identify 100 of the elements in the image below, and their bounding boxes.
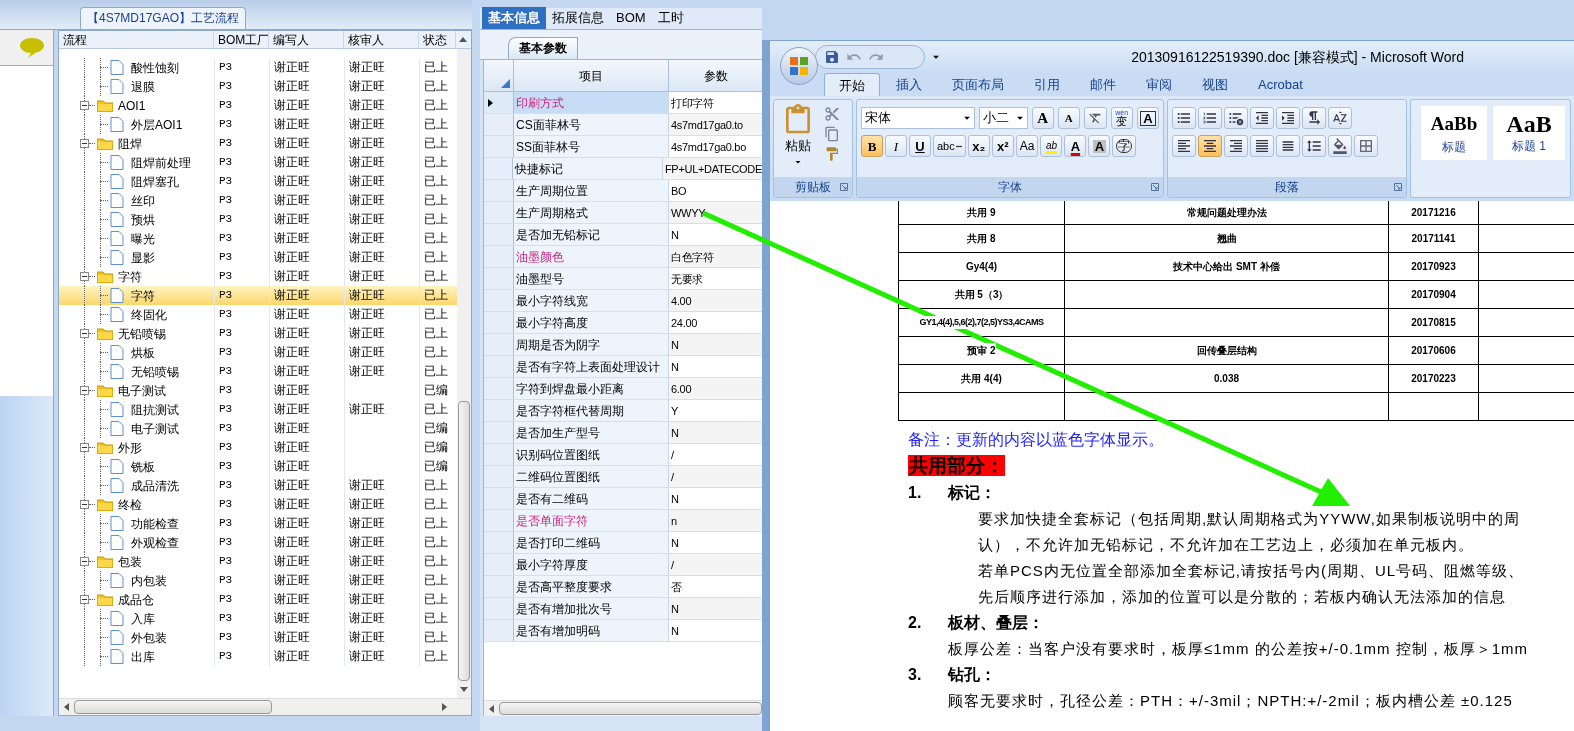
tab[interactable]: 基本参数 [508,37,578,59]
collapse-icon[interactable] [80,595,89,604]
grid-row[interactable]: 生产周期格式 WWYY [484,202,762,224]
tree-row[interactable]: 酸性蚀刻 P3 谢正旺 谢正旺 已上 [59,58,457,77]
align-button[interactable] [1276,135,1300,157]
scroll-down-icon[interactable] [460,687,468,692]
tree-row[interactable]: 烘板 P3 谢正旺 谢正旺 已上 [59,343,457,362]
tree-row[interactable]: 丝印 P3 谢正旺 谢正旺 已上 [59,191,457,210]
scroll-left-icon[interactable] [64,703,69,711]
grid-row[interactable]: 最小字符厚度 / [484,554,762,576]
grid-row[interactable]: 最小字符高度 24.00 [484,312,762,334]
tree-row[interactable]: 外层AOI1 P3 谢正旺 谢正旺 已上 [59,115,457,134]
bullets-button[interactable] [1172,107,1196,129]
tree-row[interactable]: 包装 P3 谢正旺 谢正旺 已上 [59,552,457,571]
ribbon-tab[interactable]: 引用 [1020,73,1074,96]
scroll-right-icon[interactable] [442,703,447,711]
tree-row[interactable]: 阻焊 P3 谢正旺 谢正旺 已上 [59,134,457,153]
tree-row[interactable]: 功能检查 P3 谢正旺 谢正旺 已上 [59,514,457,533]
dialog-launcher-icon[interactable] [840,183,848,191]
clear-format-button[interactable] [1083,107,1107,129]
ribbon-tab[interactable]: 邮件 [1076,73,1130,96]
tree-row[interactable]: 电子测试 P3 谢正旺 已编 [59,419,457,438]
format-painter-icon[interactable] [824,146,840,162]
grid-row[interactable]: 是否有增加明码 N [484,620,762,642]
scrollbar-thumb[interactable] [458,401,470,681]
grid-row[interactable]: 是否加生产型号 N [484,422,762,444]
character-shading-button[interactable]: A [1088,135,1111,157]
ribbon-tab[interactable]: 插入 [882,73,936,96]
column-header[interactable]: 核审人 [344,31,419,48]
tree-row[interactable]: 预烘 P3 谢正旺 谢正旺 已上 [59,210,457,229]
tree-row[interactable]: AOI1 P3 谢正旺 谢正旺 已上 [59,96,457,115]
sort-button[interactable] [1328,107,1352,129]
change-case-button[interactable]: Aa [1015,135,1039,157]
column-header[interactable]: 状态 [419,31,456,48]
underline-button[interactable]: U [909,135,931,157]
column-header[interactable]: 编写人 [269,31,344,48]
collapse-icon[interactable] [80,500,89,509]
vertical-scrollbar[interactable] [457,49,471,698]
grid-row[interactable]: 印刷方式 打印字符 [484,92,762,114]
grid-row[interactable]: 是否加无铅标记 N [484,224,762,246]
row-header[interactable] [484,92,514,113]
align-button[interactable] [1224,135,1248,157]
tree-row[interactable]: 退膜 P3 谢正旺 谢正旺 已上 [59,77,457,96]
tab[interactable]: BOM [610,7,652,29]
collapse-icon[interactable] [80,272,89,281]
grid-row[interactable]: 快捷标记 FP+UL+DATECODE [484,158,762,180]
grid-row[interactable]: 是否有字符上表面处理设计 N [484,356,762,378]
grid-row[interactable]: 是否单面字符 n [484,510,762,532]
align-button[interactable] [1198,135,1222,157]
tree-row[interactable]: 终检 P3 谢正旺 谢正旺 已上 [59,495,457,514]
column-header[interactable]: 参数 [703,66,728,85]
collapse-icon[interactable] [80,557,89,566]
align-button[interactable] [1172,135,1196,157]
grid-row[interactable]: 是否有二维码 N [484,488,762,510]
grid-row[interactable]: 周期是否为阴字 N [484,334,762,356]
tree-row[interactable]: 阻焊塞孔 P3 谢正旺 谢正旺 已上 [59,172,457,191]
tab[interactable]: 基本信息 [482,7,546,29]
text-direction-button[interactable] [1302,107,1326,129]
tree-row[interactable]: 外形 P3 谢正旺 已编 [59,438,457,457]
multilevel-list-button[interactable] [1224,107,1248,129]
tab[interactable]: 工时 [651,7,690,29]
tree-row[interactable]: 字符 P3 谢正旺 谢正旺 已上 [59,286,457,305]
highlight-button[interactable]: ab [1040,135,1063,157]
ribbon-tab[interactable]: 视图 [1188,73,1242,96]
tree-row[interactable]: 成品清洗 P3 谢正旺 谢正旺 已上 [59,476,457,495]
paste-button[interactable]: 粘贴 [778,104,818,177]
character-border-button[interactable]: A [1136,107,1159,129]
italic-button[interactable]: I [885,135,907,157]
shrink-font-button[interactable]: A [1057,107,1080,129]
tree-row[interactable]: 外观检查 P3 谢正旺 谢正旺 已上 [59,533,457,552]
superscript-button[interactable]: x² [991,135,1014,157]
grid-row[interactable]: 油墨型号 无要求 [484,268,762,290]
subscript-button[interactable]: x₂ [967,135,990,157]
tree-row[interactable]: 入库 P3 谢正旺 谢正旺 已上 [59,609,457,628]
save-icon[interactable] [824,49,840,65]
tree-row[interactable]: 阻焊前处理 P3 谢正旺 谢正旺 已上 [59,153,457,172]
tree-row[interactable]: 内包装 P3 谢正旺 谢正旺 已上 [59,571,457,590]
grid-row[interactable]: 二维码位置图纸 / [484,466,762,488]
line-spacing-button[interactable] [1302,135,1326,157]
enclose-character-button[interactable]: 字 [1112,135,1137,157]
grid-row[interactable]: 是否高平整度要求 否 [484,576,762,598]
tree-row[interactable]: 终固化 P3 谢正旺 谢正旺 已上 [59,305,457,324]
grid-row[interactable]: CS面菲林号 4s7md17ga0.to [484,114,762,136]
tab[interactable]: 拓展信息 [546,7,610,29]
grid-row[interactable]: SS面菲林号 4s7md17ga0.bo [484,136,762,158]
style-swatch[interactable]: AaB 标题 1 [1493,106,1565,160]
column-header[interactable]: BOM工厂 [214,31,269,48]
tree-row[interactable]: 无铅喷锡 P3 谢正旺 谢正旺 已上 [59,362,457,381]
grid-row[interactable]: 油墨颜色 白色字符 [484,246,762,268]
tree-row[interactable]: 电子测试 P3 谢正旺 已编 [59,381,457,400]
increase-indent-button[interactable] [1276,107,1300,129]
grid-row[interactable]: 生产周期位置 BO [484,180,762,202]
tree-row[interactable]: 成品仓 P3 谢正旺 谢正旺 已上 [59,590,457,609]
column-header[interactable]: 项目 [579,66,603,85]
tree-row[interactable]: 阻抗测试 P3 谢正旺 谢正旺 已上 [59,400,457,419]
numbering-button[interactable] [1198,107,1222,129]
borders-button[interactable] [1354,135,1378,157]
font-size-field[interactable]: 小二 [979,107,1028,129]
grid-row[interactable]: 是否有增加批次号 N [484,598,762,620]
dialog-launcher-icon[interactable] [1394,183,1402,191]
